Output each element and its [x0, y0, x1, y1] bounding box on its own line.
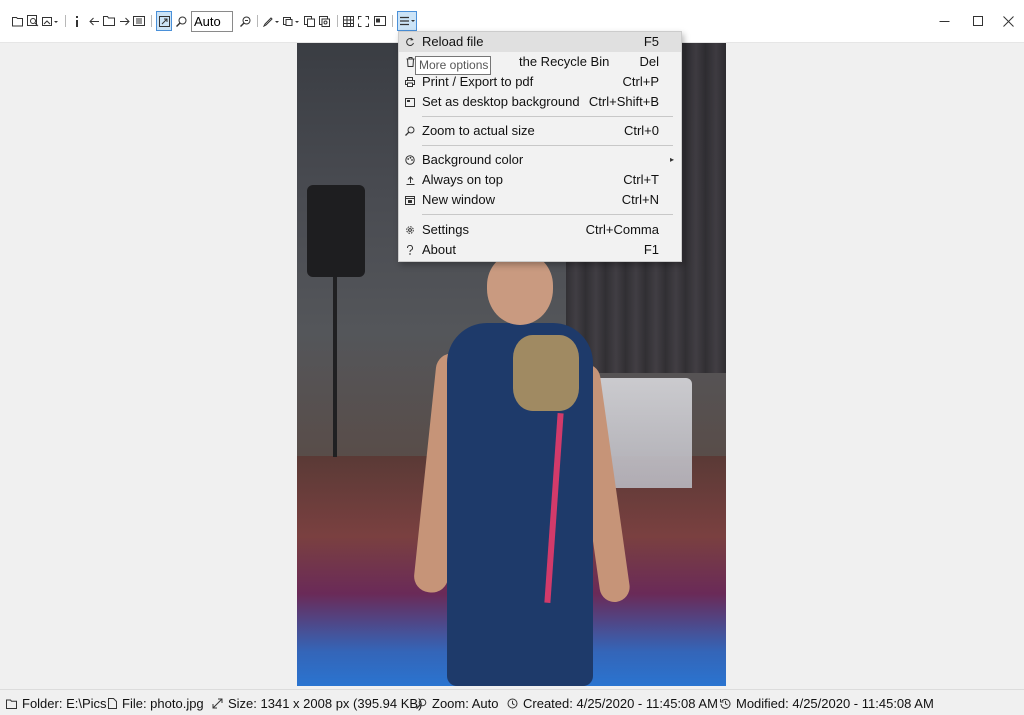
toolbar-separator: [392, 15, 393, 27]
history-icon: [720, 698, 731, 709]
status-folder-text: Folder: E:\Pics: [22, 696, 107, 711]
menu-separator: [422, 116, 673, 117]
zoom-input[interactable]: Auto: [191, 11, 233, 32]
palette-icon: [403, 153, 417, 167]
grid-icon[interactable]: [342, 11, 355, 31]
status-bar: Folder: E:\Pics File: photo.jpg Size: 13…: [0, 689, 1024, 715]
zoom-menu-icon[interactable]: [238, 11, 252, 31]
arrow-left-icon[interactable]: [87, 11, 101, 31]
folder-open-icon[interactable]: [11, 11, 25, 31]
menu-item-shortcut: Ctrl+N: [621, 192, 659, 207]
clock-icon: [507, 698, 518, 709]
file-icon: [108, 698, 117, 709]
maximize-button[interactable]: [961, 0, 995, 43]
menu-item-settings[interactable]: Settings Ctrl+Comma: [399, 220, 681, 240]
toolbar-separator: [257, 15, 258, 27]
menu-item-label: Print / Export to pdf: [422, 74, 534, 89]
gear-icon: [403, 223, 417, 237]
auto-fit-icon[interactable]: [156, 11, 172, 31]
menu-item-label: Always on top: [422, 172, 503, 187]
menu-item-zoom-actual-size[interactable]: Zoom to actual size Ctrl+0: [399, 121, 681, 141]
menu-item-label: Background color: [422, 152, 524, 167]
zoom-icon: [403, 124, 417, 138]
status-modified-text: Modified: 4/25/2020 - 11:45:08 AM: [736, 696, 934, 711]
status-created-text: Created: 4/25/2020 - 11:45:08 AM: [523, 696, 718, 711]
menu-item-desktop-background[interactable]: Set as desktop background Ctrl+Shift+B: [399, 92, 681, 112]
crop-icon[interactable]: [282, 11, 300, 31]
menu-item-shortcut: Ctrl+0: [623, 123, 659, 138]
copy-icon[interactable]: [303, 11, 316, 31]
menu-item-label: New window: [422, 192, 495, 207]
menu-item-shortcut: Ctrl+P: [622, 74, 659, 89]
menu-separator: [422, 214, 673, 215]
image-dropdown-icon[interactable]: [41, 11, 59, 31]
status-zoom-text: Zoom: Auto: [432, 696, 499, 711]
clone-icon[interactable]: [318, 11, 331, 31]
folder-icon: [6, 699, 17, 709]
menu-item-reload-file[interactable]: Reload file F5: [399, 32, 681, 52]
arrow-right-icon[interactable]: [117, 11, 131, 31]
window-icon: [403, 193, 417, 207]
menu-item-label: Reload file: [422, 34, 484, 49]
toolbar-separator: [151, 15, 152, 27]
toolbar-separator: [337, 15, 338, 27]
print-icon: [403, 75, 417, 89]
menu-item-shortcut: Ctrl+T: [623, 172, 659, 187]
edit-icon[interactable]: [262, 11, 280, 31]
reload-icon: [403, 35, 417, 49]
menu-item-shortcut: Ctrl+Shift+B: [588, 94, 659, 109]
tooltip: More options: [415, 56, 491, 75]
submenu-arrow-icon: ▸: [669, 155, 674, 164]
status-size-text: Size: 1341 x 2008 px (395.94 KB): [228, 696, 423, 711]
menu-item-about[interactable]: About F1: [399, 240, 681, 260]
zoom-icon[interactable]: [174, 11, 188, 31]
status-size: Size: 1341 x 2008 px (395.94 KB): [212, 696, 422, 711]
gallery-icon[interactable]: [373, 11, 387, 31]
status-file-text: File: photo.jpg: [122, 696, 204, 711]
menu-separator: [422, 145, 673, 146]
info-icon[interactable]: [72, 11, 82, 31]
find-icon[interactable]: [26, 11, 40, 31]
status-created: Created: 4/25/2020 - 11:45:08 AM: [507, 696, 718, 711]
menu-item-shortcut: F5: [643, 34, 659, 49]
folder-icon[interactable]: [102, 11, 116, 31]
fullscreen-icon[interactable]: [357, 11, 370, 31]
status-folder: Folder: E:\Pics: [6, 696, 107, 711]
more-options-icon[interactable]: [397, 11, 417, 31]
pin-top-icon: [403, 173, 417, 187]
menu-item-background-color[interactable]: Background color ▸: [399, 150, 681, 170]
menu-item-shortcut: Del: [639, 54, 659, 69]
menu-item-shortcut: F1: [643, 242, 659, 257]
zoom-icon: [416, 698, 427, 709]
resize-icon: [212, 698, 223, 709]
status-file: File: photo.jpg: [108, 696, 204, 711]
menu-item-print[interactable]: Print / Export to pdf Ctrl+P: [399, 72, 681, 92]
menu-item-label: the Recycle Bin: [519, 54, 610, 69]
close-button[interactable]: [991, 0, 1024, 43]
menu-item-label: About: [422, 242, 456, 257]
toolbar-separator: [65, 15, 66, 27]
menu-item-new-window[interactable]: New window Ctrl+N: [399, 190, 681, 210]
menu-item-always-on-top[interactable]: Always on top Ctrl+T: [399, 170, 681, 190]
question-icon: [403, 243, 417, 257]
status-modified: Modified: 4/25/2020 - 11:45:08 AM: [720, 696, 934, 711]
status-zoom: Zoom: Auto: [416, 696, 498, 711]
minimize-button[interactable]: [927, 0, 961, 43]
menu-item-shortcut: Ctrl+Comma: [585, 222, 659, 237]
menu-item-label: Set as desktop background: [422, 94, 580, 109]
menu-item-label: Settings: [422, 222, 469, 237]
slideshow-icon[interactable]: [132, 11, 146, 31]
desktop-icon: [403, 95, 417, 109]
menu-item-label: Zoom to actual size: [422, 123, 535, 138]
